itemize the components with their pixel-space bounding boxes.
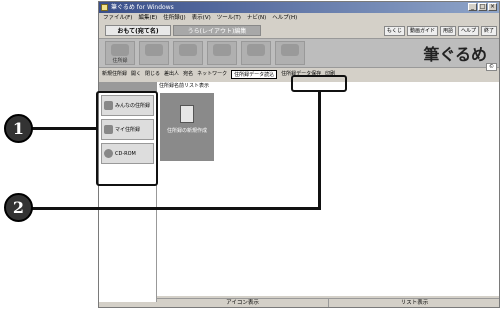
layout-icon — [247, 44, 265, 56]
pen-icon — [145, 44, 163, 56]
menu-tools[interactable]: ツール(T) — [217, 13, 241, 23]
toolbar-button-2[interactable] — [139, 41, 169, 65]
video-guide-link[interactable]: 動画ガイド — [406, 26, 438, 36]
print-icon — [281, 44, 299, 56]
menu-view[interactable]: 表示(V) — [192, 13, 211, 23]
callout-line-2a — [318, 92, 321, 210]
callout-number-1: 1 — [4, 114, 33, 143]
toolbar-button-6[interactable] — [275, 41, 305, 65]
toolbar-button-addressbook[interactable]: 住所録 — [105, 41, 135, 65]
app-logo: 筆ぐるめ — [423, 45, 487, 64]
sender-button[interactable]: 差出人 — [164, 69, 179, 79]
app-window: 筆ぐるめ for Windows _ □ × ファイル(F) 編集(E) 住所録… — [98, 1, 500, 308]
main-toolbar: 住所録 筆ぐるめ © — [99, 38, 499, 71]
document-icon — [180, 105, 194, 123]
design-icon — [213, 44, 231, 56]
tab-front[interactable]: おもて(宛て名) — [105, 25, 171, 36]
brush-icon — [179, 44, 197, 56]
top-links: もくじ 動画ガイド 用語 ヘルプ 終了 — [383, 26, 497, 36]
menu-bar: ファイル(F) 編集(E) 住所録(J) 表示(V) ツール(T) ナビ(N) … — [99, 13, 499, 23]
addressbook-icon — [111, 44, 129, 56]
new-addressbook-tile[interactable]: 住所録の新規作成 — [160, 93, 214, 161]
toolbar-button-3[interactable] — [173, 41, 203, 65]
help-link[interactable]: ヘルプ — [457, 26, 479, 36]
title-bar: 筆ぐるめ for Windows _ □ × — [99, 2, 499, 13]
menu-navi[interactable]: ナビ(N) — [247, 13, 266, 23]
callout-box-2 — [291, 75, 347, 92]
exit-link[interactable]: 終了 — [480, 26, 497, 36]
toolbar-button-5[interactable] — [241, 41, 271, 65]
network-button[interactable]: ネットワーク — [197, 69, 227, 79]
app-icon — [101, 4, 108, 11]
toolbar-button-4[interactable] — [207, 41, 237, 65]
callout-box-1 — [96, 91, 158, 186]
glossary-link[interactable]: 用語 — [439, 26, 456, 36]
tile-label: 住所録の新規作成 — [166, 128, 207, 134]
icon-view-button[interactable]: アイコン表示 — [157, 299, 329, 307]
recipient-button[interactable]: 宛名 — [183, 69, 193, 79]
window-title: 筆ぐるめ for Windows — [111, 4, 174, 11]
close-button[interactable]: × — [488, 3, 497, 11]
view-toggle-bar: アイコン表示 リスト表示 — [157, 298, 499, 307]
main-panel: 住所録名前リスト表示 住所録の新規作成 — [157, 82, 499, 296]
callout-line-1 — [30, 127, 96, 130]
new-addressbook-button[interactable]: 新規住所録 — [102, 69, 127, 79]
close-book-button[interactable]: 閉じる — [145, 69, 160, 79]
tab-back[interactable]: うら(レイアウト)編集 — [173, 25, 261, 36]
menu-help[interactable]: ヘルプ(H) — [272, 13, 297, 23]
callout-line-2b — [30, 207, 321, 210]
callout-number-2: 2 — [4, 193, 33, 222]
toc-link[interactable]: もくじ — [383, 26, 405, 36]
minimize-button[interactable]: _ — [468, 3, 477, 11]
maximize-button[interactable]: □ — [478, 3, 487, 11]
menu-addressbook[interactable]: 住所録(J) — [163, 13, 185, 23]
tab-bar: おもて(宛て名) うら(レイアウト)編集 もくじ 動画ガイド 用語 ヘルプ 終了 — [99, 23, 499, 37]
menu-edit[interactable]: 編集(E) — [138, 13, 157, 23]
open-button[interactable]: 開く — [131, 69, 141, 79]
list-view-button[interactable]: リスト表示 — [329, 299, 499, 307]
import-data-button[interactable]: 住所録データ読込 — [231, 70, 278, 79]
window-controls: _ □ × — [468, 3, 497, 11]
menu-file[interactable]: ファイル(F) — [103, 13, 132, 23]
